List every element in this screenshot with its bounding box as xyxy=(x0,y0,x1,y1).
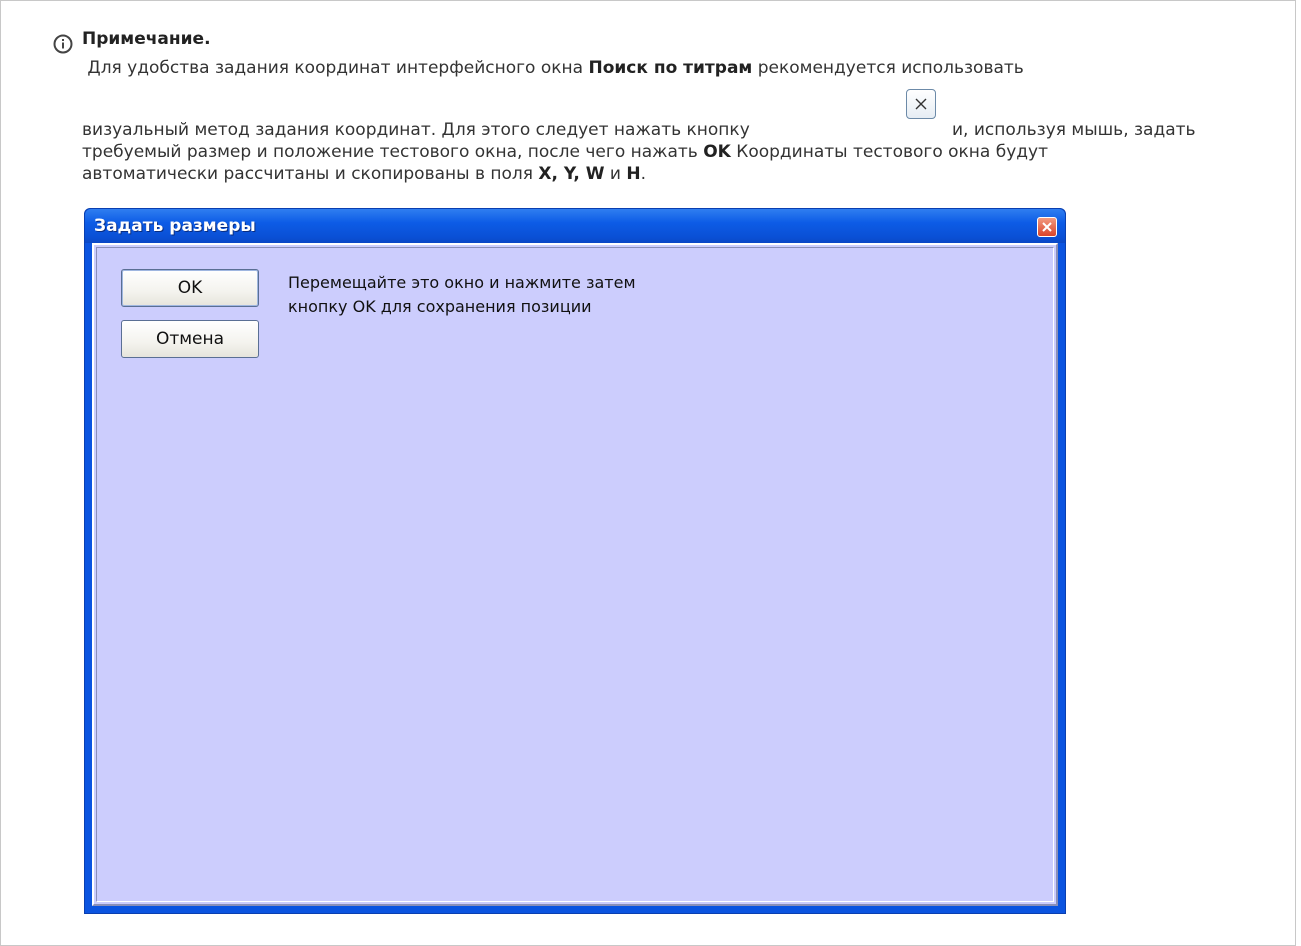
note-panel: Примечание. Для удобства задания координ… xyxy=(0,0,1296,946)
note-line-4-bold-xyw: X, Y, W xyxy=(538,164,605,184)
note-line-1-bold: Поиск по титрам xyxy=(588,58,753,78)
close-x-icon xyxy=(915,98,927,110)
note-line-1-text: Для удобства задания координат интерфейс… xyxy=(87,58,589,78)
note-line-1-tail: рекомендуется использовать xyxy=(752,58,1024,78)
note-line-4-tail: . xyxy=(640,164,647,184)
note-line-3: требуемый размер и положение тестового о… xyxy=(82,141,1048,163)
note-line-1: Для удобства задания координат интерфейс… xyxy=(82,57,1024,79)
cancel-button[interactable]: Отмена xyxy=(121,320,259,358)
set-position-button[interactable] xyxy=(906,89,936,119)
note-line-2-tail: и, используя мышь, задать xyxy=(952,120,1196,140)
note-line-4-text: автоматически рассчитаны и скопированы в… xyxy=(82,164,539,184)
dialog-message: Перемещайте это окно и нажмите затем кно… xyxy=(288,271,636,319)
note-line-2-text: визуальный метод задания координат. Для … xyxy=(82,120,750,140)
ok-button[interactable]: OK xyxy=(121,269,259,307)
dialog-close-button[interactable] xyxy=(1037,217,1057,237)
info-icon xyxy=(53,34,73,54)
dialog-message-line-2: кнопку OK для сохранения позиции xyxy=(288,297,592,316)
note-line-2: визуальный метод задания координат. Для … xyxy=(82,89,1196,141)
dialog-message-line-1: Перемещайте это окно и нажмите затем xyxy=(288,273,636,292)
close-icon xyxy=(1042,222,1052,232)
dialog-title: Задать размеры xyxy=(94,216,256,236)
dialog-titlebar[interactable]: Задать размеры xyxy=(85,209,1065,243)
note-line-3-text: требуемый размер и положение тестового о… xyxy=(82,142,704,162)
note-line-4-mid: и xyxy=(604,164,627,184)
note-line-3-bold: OK xyxy=(703,142,731,162)
note-line-4: автоматически рассчитаны и скопированы в… xyxy=(82,163,646,185)
note-line-4-bold-h: H xyxy=(626,164,641,184)
note-line-3-tail: Координаты тестового окна будут xyxy=(730,142,1049,162)
note-title: Примечание. xyxy=(82,29,211,49)
